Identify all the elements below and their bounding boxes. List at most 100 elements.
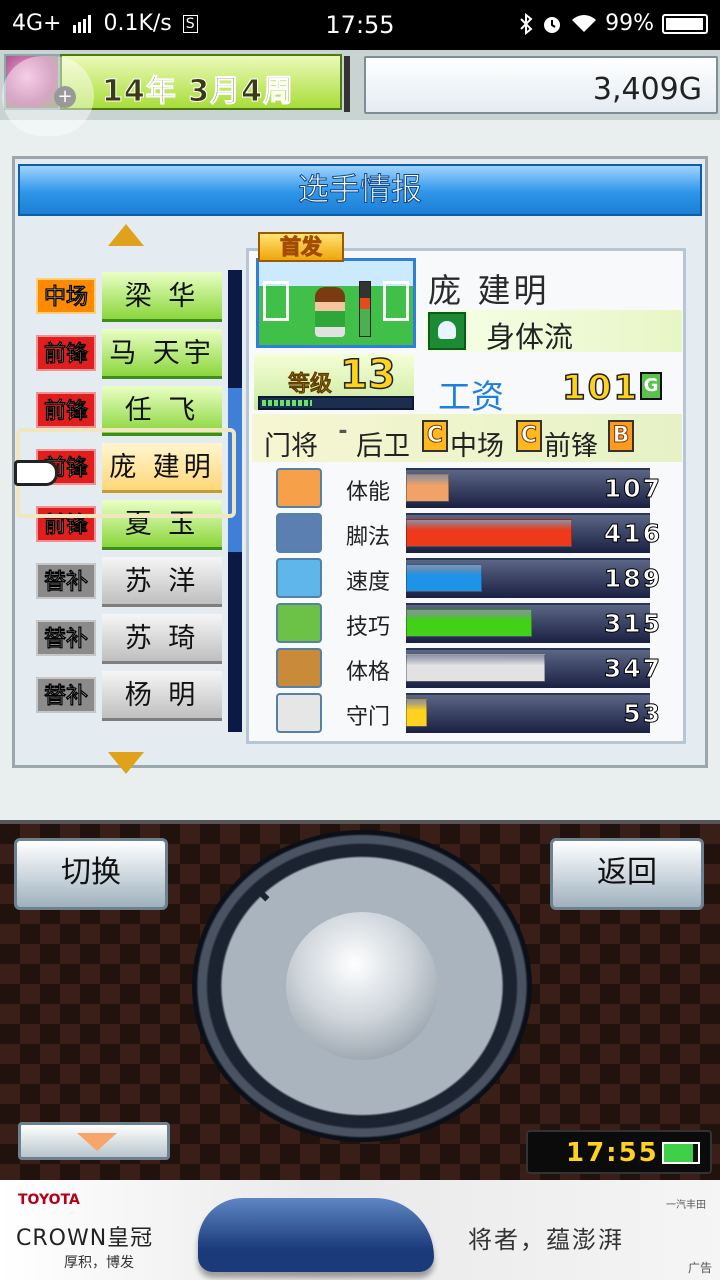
dpad[interactable] (192, 830, 532, 1142)
battery-percent: 99% (605, 11, 654, 36)
starter-badge: 首发 (258, 232, 344, 262)
bluetooth-icon (520, 12, 533, 35)
position-badge: 前锋 (36, 335, 96, 371)
divider (344, 56, 350, 112)
stat-label: 体格 (346, 660, 391, 685)
player-name-button[interactable]: 任 飞 (102, 386, 222, 436)
player-row[interactable]: 中场梁 华 (34, 272, 226, 324)
stat-track (406, 693, 650, 733)
dribble-icon (276, 603, 322, 643)
stat-value: 53 (623, 699, 662, 729)
stat-label: 速度 (346, 570, 391, 595)
player-portrait (256, 258, 416, 348)
stat-bar (406, 609, 532, 637)
stats-list: 体能 107 脚法 416 速度 189 技巧 315 体格 347 守门 53 (252, 466, 684, 738)
money-value: 3,409G (592, 72, 702, 107)
play-style: 身体流 (486, 320, 574, 354)
list-scroll-thumb[interactable] (228, 388, 242, 552)
player-name-button[interactable]: 马 天宇 (102, 329, 222, 379)
stat-row: 体能 107 (252, 466, 682, 510)
wifi-icon (572, 14, 597, 32)
stat-row: 守门 53 (252, 691, 682, 735)
game-clock: 17:55 (526, 1130, 712, 1174)
date-display: 14年 3月4周 (60, 54, 350, 112)
player-row[interactable]: 替补苏 琦 (34, 614, 226, 666)
salary-value: 101 (561, 367, 639, 409)
car-image (198, 1198, 434, 1272)
position-badge: 前锋 (36, 506, 96, 542)
aptitude-gk-grade: - (338, 419, 348, 444)
boot-icon (276, 513, 322, 553)
runner-icon (276, 558, 322, 598)
scroll-down-arrow-icon[interactable] (108, 752, 144, 774)
status-right: 99% (519, 11, 708, 36)
stat-bar (406, 699, 427, 727)
stat-value: 189 (603, 564, 662, 594)
player-row[interactable]: 前锋马 天宇 (34, 329, 226, 381)
level-progress-bar (258, 396, 414, 410)
stat-row: 脚法 416 (252, 511, 682, 555)
position-badge: 前锋 (36, 392, 96, 428)
stat-label: 技巧 (346, 615, 391, 640)
ad-label: 广告 (687, 1261, 712, 1275)
aptitude-mf-label: 中场 (450, 431, 504, 462)
money-display: 3,409G (364, 56, 718, 114)
panel-title: 选手情报 (18, 164, 702, 216)
battery-icon (276, 468, 322, 508)
player-name-button[interactable]: 梁 华 (102, 272, 222, 322)
game-screen: { "status_bar": {"network": "4G+", "spee… (0, 0, 720, 1280)
player-name-button[interactable]: 庞 建明 (102, 443, 222, 493)
player-sprite (315, 287, 345, 337)
aptitude-fw-grade: B (608, 420, 634, 452)
glove-icon (276, 693, 322, 733)
player-row[interactable]: 替补杨 明 (34, 671, 226, 723)
aptitude-gk-label: 门将 (264, 431, 318, 462)
position-badge: 替补 (36, 563, 96, 599)
position-badge: 替补 (36, 620, 96, 656)
level-value: 13 (339, 351, 396, 399)
player-name-button[interactable]: 苏 琦 (102, 614, 222, 664)
player-row[interactable]: 前锋任 飞 (34, 386, 226, 438)
stat-bar (406, 564, 482, 592)
aptitude-df-grade: C (422, 420, 448, 452)
stat-row: 技巧 315 (252, 601, 682, 645)
player-row[interactable]: 前锋夏 玉 (34, 500, 226, 552)
stat-bar (406, 519, 572, 547)
position-badge: 中场 (36, 278, 96, 314)
stat-row: 体格 347 (252, 646, 682, 690)
ad-banner[interactable]: TOYOTA CROWN皇冠 厚积，博发 将者，蕴澎湃 一汽丰田 广告 (0, 1180, 720, 1280)
player-row[interactable]: 前锋庞 建明 (34, 443, 226, 495)
player-name-button[interactable]: 杨 明 (102, 671, 222, 721)
scroll-up-arrow-icon[interactable] (108, 224, 144, 246)
player-name-button[interactable]: 夏 玉 (102, 500, 222, 550)
hide-controller-button[interactable] (18, 1122, 170, 1160)
player-name-button[interactable]: 苏 洋 (102, 557, 222, 607)
floating-game-button[interactable]: + (2, 56, 94, 136)
strength-style-icon (428, 312, 466, 350)
switch-button[interactable]: 切换 (14, 838, 168, 910)
position-badge: 替补 (36, 677, 96, 713)
muscle-icon (276, 648, 322, 688)
salary-label: 工资 (438, 377, 504, 416)
stat-bar (406, 654, 545, 682)
stat-value: 107 (603, 474, 662, 504)
pointing-hand-icon (14, 460, 58, 486)
dpad-center-button[interactable] (286, 912, 438, 1060)
player-list: 中场梁 华前锋马 天宇 前锋任 飞前锋庞 建明 前锋夏 玉替补苏 洋替补苏 琦替补杨… (34, 272, 240, 732)
stat-bar (406, 474, 449, 502)
aptitude-mf-grade: C (516, 420, 542, 452)
ad-model: CROWN皇冠 (16, 1226, 154, 1251)
player-row[interactable]: 替补苏 洋 (34, 557, 226, 609)
level-label: 等级 (288, 372, 333, 398)
down-arrow-icon (77, 1133, 117, 1151)
aptitude-df-label: 后卫 (356, 431, 410, 462)
goal-left-icon (263, 281, 289, 321)
game-date: 14年 3月4周 (102, 74, 294, 110)
back-button[interactable]: 返回 (550, 838, 704, 910)
stat-value: 315 (603, 609, 662, 639)
gold-unit-icon: G (640, 372, 662, 400)
status-bar: 4G+ 0.1K/s S 17:55 99% (0, 0, 720, 50)
gamepad-icon: + (54, 86, 76, 108)
ad-tagline: 厚积，博发 (64, 1255, 134, 1271)
stat-row: 速度 189 (252, 556, 682, 600)
